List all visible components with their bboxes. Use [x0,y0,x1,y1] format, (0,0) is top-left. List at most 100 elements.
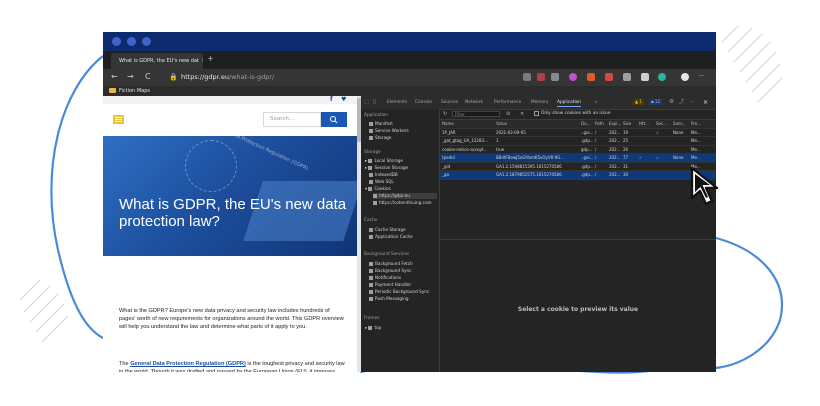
sidebar-item-push-messaging[interactable]: Push Messaging [369,296,409,302]
avatar[interactable] [681,73,689,81]
table-row[interactable]: 1P_JAR 2021-03-09-05 ..goi.../ 202... 19 ✓ Non… [440,129,716,137]
tab-application[interactable]: Application [557,99,582,107]
window-dot-icon[interactable] [112,37,121,46]
sidebar-item-storage[interactable]: Storage [369,135,391,141]
gdpr-link[interactable]: General Data Protection Regulation (GDPR… [130,361,246,367]
sidebar-item-web-sql[interactable]: Web SQL [369,179,394,185]
table-row[interactable]: cookie-notice-accept... true gdp.../ 202...… [440,146,716,154]
sidebar-item-cache-storage[interactable]: Cache Storage [369,227,406,233]
only-issues-checkbox[interactable] [534,111,539,116]
settings-gear-icon[interactable]: ⚙ [669,99,674,106]
browser-toolbar: ← → C 🔒 https://gdpr.eu/what-is-gdpr/ ··… [103,69,716,86]
table-cell: 26 [623,146,629,152]
extension-icon[interactable] [551,73,559,81]
table-cell: _ga [442,172,449,177]
folder-icon [109,88,116,93]
hamburger-menu-icon[interactable] [113,115,124,124]
sidebar-item-payment-handler[interactable]: Payment Handler [369,282,411,288]
twitter-icon[interactable]: ♥ [341,97,346,103]
sidebar-item-cookie-site[interactable]: https://cohenthiuing.com [373,200,432,206]
search-icon [330,116,338,124]
forward-arrow-icon[interactable]: → [127,72,134,82]
menu-icon[interactable]: ··· [699,72,705,82]
clear-filter-icon[interactable]: ⊘ [506,110,510,118]
column-header[interactable]: Sam... [673,120,686,128]
devtools-tabbar: ⬚ ▯ Elements Console Sources Network Per… [361,96,716,110]
table-cell: 1P_JAR [442,129,456,135]
extension-icon[interactable] [641,73,649,81]
sidebar-item-frame-top[interactable]: ▸ top [365,325,381,331]
cookie-icon [373,193,377,198]
inspect-icon[interactable]: ⬚ [364,99,369,106]
facebook-icon[interactable]: f [330,97,333,103]
tab-network[interactable]: Network [465,99,483,106]
refresh-icon[interactable]: ↻ [443,110,447,118]
sidebar-item-cookie-gdpr[interactable]: https://gdpr.eu [373,193,437,199]
more-tabs-icon[interactable]: » [595,99,598,106]
table-cell: 1 [496,138,499,143]
browser-tab[interactable]: What is GDPR, the EU's new dat × [111,53,203,69]
window-dot-icon[interactable] [142,37,151,46]
sidebar-item-application-cache[interactable]: Application Cache [369,234,413,240]
column-header[interactable]: Sec... [656,120,667,128]
sidebar-item-service-workers[interactable]: Service Workers [369,128,409,134]
new-tab-button[interactable]: + [207,55,214,63]
close-devtools-icon[interactable]: × [703,99,708,106]
tab-performance[interactable]: Performance [494,99,521,106]
table-row[interactable]: _gat_gtag_UA_12283... 1 .gdp.../ 202... 25 Me… [440,137,716,146]
column-header[interactable]: Expi... [609,120,621,128]
warnings-badge[interactable]: ▲ 1 [633,99,644,105]
sidebar-item-bg-sync[interactable]: Background Sync [369,268,411,274]
column-header[interactable]: Name [442,120,454,128]
url-host: https://gdpr.eu [181,73,229,81]
extension-icon[interactable] [537,73,545,81]
sidebar-item-bg-fetch[interactable]: Background Fetch [369,261,413,267]
grid-icon [368,158,373,163]
column-header[interactable]: Path [595,120,604,128]
column-header[interactable]: Size [623,120,631,128]
table-row[interactable]: _ga GA1.2.1879852575.1615270586 .gdp.../ 20… [440,171,716,180]
column-header[interactable]: Htt... [639,120,649,128]
back-arrow-icon[interactable]: ← [111,72,118,82]
tab-memory[interactable]: Memory [531,99,548,106]
tab-elements[interactable]: Elements [387,99,407,106]
share-icon[interactable]: ⤴ [679,99,684,106]
sidebar-item-notifications[interactable]: Notifications [369,275,401,281]
extension-icon[interactable] [587,73,595,81]
search-button[interactable] [321,112,347,127]
sidebar-item-periodic-sync[interactable]: Periodic Background Sync [369,289,429,295]
tab-sources[interactable]: Sources [441,99,458,106]
database-icon [369,179,373,184]
sidebar-item-manifest[interactable]: Manifest [369,121,393,127]
table-row[interactable]: tpedid 8BdtFBewJ5xGfrbmK5vOyVR-9G... ..goi… [440,154,716,163]
extension-icon[interactable] [658,73,666,81]
address-bar[interactable]: https://gdpr.eu/what-is-gdpr/ [181,72,274,82]
only-issues-label: Only show cookies with an issue [541,111,611,116]
sidebar-item-label: top [374,325,382,330]
extension-icon[interactable] [623,73,631,81]
tab-console[interactable]: Console [415,99,432,106]
extension-icon[interactable] [569,73,577,81]
sidebar-item-session-storage[interactable]: ▸ Session Storage [365,165,408,171]
extension-icon[interactable] [605,73,613,81]
delete-icon[interactable]: × [520,110,524,118]
sidebar-item-indexeddb[interactable]: IndexedDB [369,172,398,178]
table-row[interactable]: _gid GA1.2.1598815395.1615270586 .gdp.../ 2… [440,163,716,171]
errors-badge[interactable]: ▪ 12 [649,99,663,105]
table-cell: gdp... [581,146,593,152]
devtools-menu-icon[interactable]: ··· [690,99,694,106]
bookmark-item[interactable]: Fiction Maps [119,87,150,95]
sidebar-item-cookies[interactable]: ▾ Cookies [365,186,391,192]
device-toggle-icon[interactable]: ▯ [373,99,376,106]
search-input[interactable]: Search... [263,112,321,127]
filter-input[interactable]: Filter [452,111,500,117]
window-titlebar [103,32,716,51]
sidebar-item-local-storage[interactable]: ▸ Local Storage [365,158,403,164]
column-header[interactable]: Value [496,120,507,128]
window-dot-icon[interactable] [127,37,136,46]
column-header[interactable]: Do... [581,120,590,128]
tab-close-icon[interactable]: × [201,58,203,64]
reload-icon[interactable]: C [145,72,151,82]
column-header[interactable]: Pro... [691,120,701,128]
extension-icon[interactable] [523,73,531,81]
